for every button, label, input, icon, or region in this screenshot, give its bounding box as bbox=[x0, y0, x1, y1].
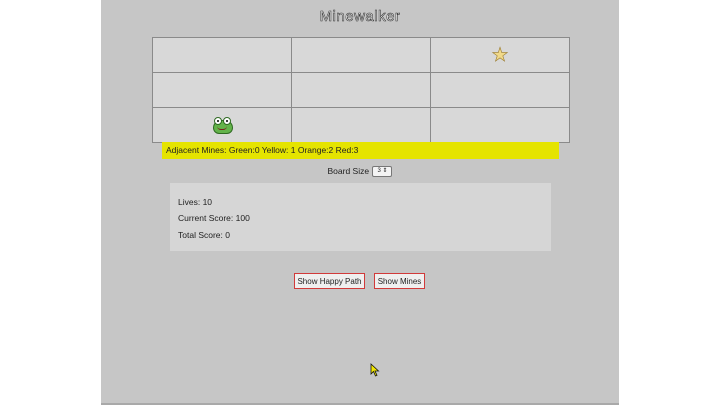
board-cell[interactable] bbox=[292, 73, 430, 107]
board-cell[interactable] bbox=[431, 108, 569, 142]
board-size-label: Board Size bbox=[327, 166, 370, 176]
stats-panel: Lives: 10 Current Score: 100 Total Score… bbox=[170, 183, 551, 251]
board-size-control: Board Size 3 ⇕ bbox=[101, 166, 619, 178]
board-size-value: 3 bbox=[377, 168, 381, 175]
board-cell[interactable] bbox=[153, 38, 291, 72]
game-panel: Minewalker ★ Adjacent Mines: Green:0 Yel… bbox=[101, 0, 619, 405]
show-happy-path-button[interactable]: Show Happy Path bbox=[294, 273, 365, 289]
lives-text: Lives: 10 bbox=[178, 197, 213, 207]
game-title: Minewalker bbox=[319, 8, 401, 26]
current-score-text: Current Score: 100 bbox=[178, 213, 250, 223]
frog-icon bbox=[212, 117, 233, 134]
total-score-text: Total Score: 0 bbox=[178, 230, 230, 240]
show-mines-button[interactable]: Show Mines bbox=[374, 273, 425, 289]
board-cell-goal[interactable]: ★ bbox=[431, 38, 569, 72]
board-cell[interactable] bbox=[431, 73, 569, 107]
board-cell[interactable] bbox=[153, 73, 291, 107]
board-cell[interactable] bbox=[292, 108, 430, 142]
board-cell-player[interactable] bbox=[153, 108, 291, 142]
adjacent-mines-bar: Adjacent Mines: Green:0 Yellow: 1 Orange… bbox=[162, 142, 559, 159]
game-board: ★ bbox=[152, 37, 570, 143]
board-size-select[interactable]: 3 ⇕ bbox=[372, 166, 393, 178]
mouse-cursor-icon bbox=[370, 363, 380, 377]
star-icon: ★ bbox=[491, 44, 509, 66]
board-cell[interactable] bbox=[292, 38, 430, 72]
